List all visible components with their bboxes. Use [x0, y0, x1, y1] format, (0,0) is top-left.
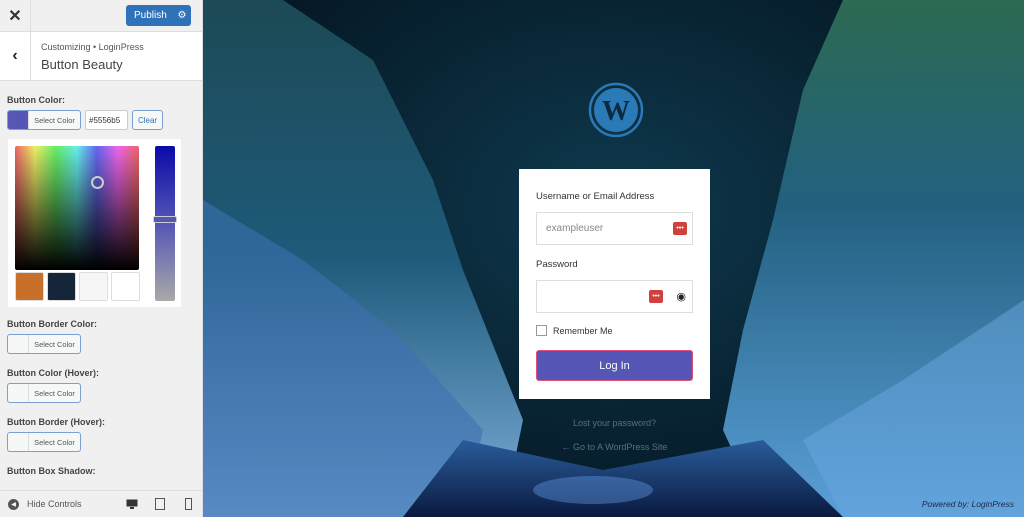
mobile-preview-icon[interactable]: [181, 498, 195, 510]
login-button[interactable]: Log In: [536, 350, 693, 381]
back-to-site-link[interactable]: ← Go to A WordPress Site: [519, 442, 710, 452]
lastpass-icon[interactable]: •••: [673, 222, 687, 235]
section-header: ‹ Customizing • LoginPress Button Beauty: [0, 32, 202, 81]
color-swatch: [8, 433, 29, 451]
hover-border-select[interactable]: Select Color: [7, 432, 81, 452]
username-input[interactable]: exampleuser •••: [536, 212, 693, 245]
palette-swatch[interactable]: [47, 272, 76, 301]
breadcrumb: Customizing • LoginPress: [41, 42, 144, 52]
publish-label: Publish: [134, 10, 167, 21]
publish-button[interactable]: Publish ⚙: [126, 5, 191, 26]
svg-text:W: W: [602, 96, 630, 127]
wordpress-logo[interactable]: W: [588, 82, 644, 138]
button-color-select[interactable]: Select Color: [7, 110, 81, 130]
lastpass-icon[interactable]: •••: [649, 290, 663, 303]
lost-password-link[interactable]: Lost your password?: [519, 418, 710, 428]
select-color-label: Select Color: [34, 339, 75, 349]
password-label: Password: [536, 259, 578, 270]
customizer-footer: ◀ Hide Controls: [0, 490, 202, 517]
saturation-area[interactable]: [15, 146, 139, 270]
gear-icon[interactable]: ⚙: [173, 10, 191, 21]
remember-checkbox[interactable]: [536, 325, 547, 336]
powered-by[interactable]: Powered by: LoginPress: [922, 499, 1014, 509]
control-label: Button Border (Hover):: [7, 417, 105, 427]
username-label: Username or Email Address: [536, 191, 655, 202]
login-form: Username or Email Address exampleuser ••…: [519, 169, 710, 399]
login-preview: W Username or Email Address exampleuser …: [203, 0, 1024, 517]
hue-slider[interactable]: [153, 146, 177, 301]
hide-controls-button[interactable]: Hide Controls: [27, 499, 82, 509]
tablet-preview-icon[interactable]: [153, 498, 167, 510]
close-button[interactable]: ✕: [0, 0, 31, 32]
clear-button[interactable]: Clear: [132, 110, 163, 130]
picker-handle[interactable]: [91, 176, 104, 189]
select-color-label: Select Color: [34, 388, 75, 398]
color-swatch: [8, 384, 29, 402]
control-label: Button Box Shadow:: [7, 466, 96, 476]
slider-knob[interactable]: [153, 216, 177, 223]
chevron-left-icon: ‹: [12, 47, 18, 64]
palette-swatch[interactable]: [111, 272, 140, 301]
control-label: Button Color (Hover):: [7, 368, 99, 378]
palette-swatch[interactable]: [15, 272, 44, 301]
color-swatch: [8, 335, 29, 353]
eye-icon[interactable]: ◉: [676, 290, 686, 303]
collapse-icon[interactable]: ◀: [8, 498, 19, 510]
color-swatch: [8, 111, 29, 129]
control-label: Button Border Color:: [7, 319, 97, 329]
back-button[interactable]: ‹: [0, 32, 31, 80]
remember-label: Remember Me: [553, 325, 613, 336]
select-color-label: Select Color: [34, 437, 75, 447]
desktop-preview-icon[interactable]: [125, 499, 139, 510]
page-title: Button Beauty: [41, 57, 123, 72]
button-color-label: Button Color:: [7, 95, 65, 105]
select-color-label: Select Color: [34, 115, 75, 125]
hover-color-select[interactable]: Select Color: [7, 383, 81, 403]
palette-swatch[interactable]: [79, 272, 108, 301]
color-picker: [7, 138, 182, 308]
username-value: exampleuser: [546, 223, 604, 234]
password-input[interactable]: ••• ◉: [536, 280, 693, 313]
border-color-select[interactable]: Select Color: [7, 334, 81, 354]
customizer-sidebar: ✕ Publish ⚙ ‹ Customizing • LoginPress B…: [0, 0, 203, 517]
customizer-topbar: ✕ Publish ⚙: [0, 0, 202, 32]
hex-input[interactable]: #5556b5: [85, 110, 128, 130]
